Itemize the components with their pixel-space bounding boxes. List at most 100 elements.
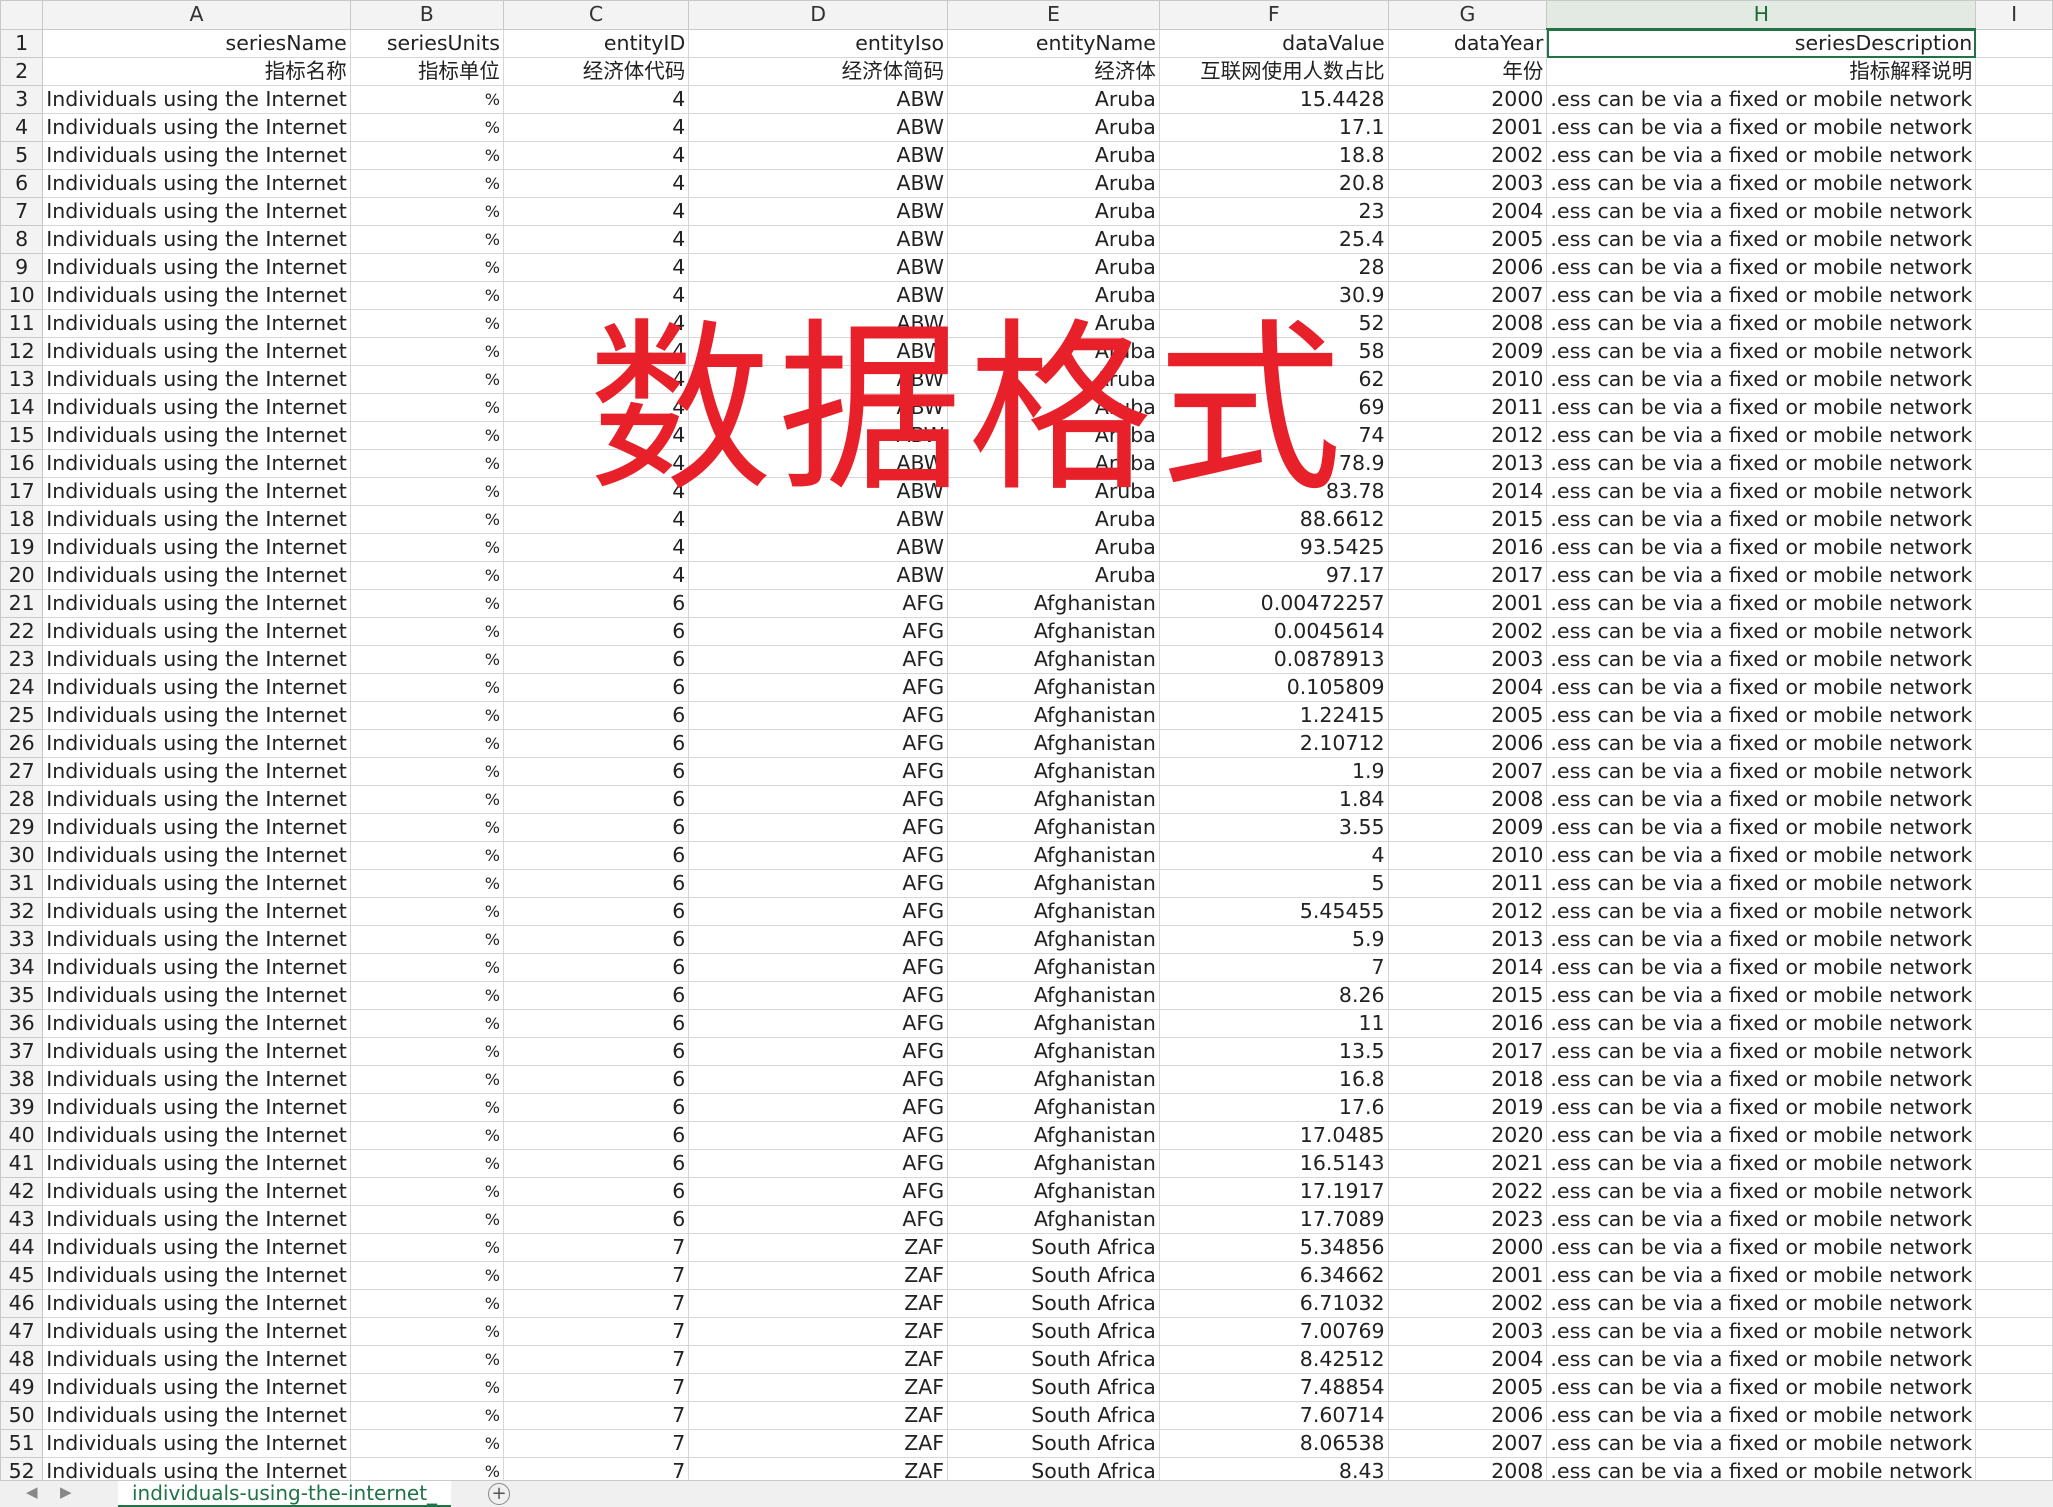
cell[interactable]: ess can be via a fixed or mobile network… [1546, 617, 1977, 646]
cell[interactable]: ess can be via a fixed or mobile network… [1546, 1345, 1977, 1374]
cell[interactable]: 4 [502, 449, 690, 478]
cell[interactable]: % [349, 169, 504, 198]
cell[interactable]: Aruba [947, 281, 1160, 310]
cell[interactable]: Individuals using the Internet [42, 1373, 351, 1402]
cell[interactable]: 93.5425 [1158, 533, 1389, 562]
cell[interactable]: 2010 [1387, 365, 1548, 394]
cell[interactable]: 1.9 [1158, 757, 1389, 786]
cell[interactable]: 97.17 [1158, 561, 1389, 590]
row-header[interactable]: 35 [0, 981, 44, 1010]
cell[interactable] [1975, 28, 2053, 58]
cell[interactable]: Individuals using the Internet [42, 841, 351, 870]
cell[interactable]: 4 [502, 85, 690, 114]
cell[interactable]: ABW [688, 561, 949, 590]
row-header[interactable]: 29 [0, 813, 44, 842]
cell[interactable]: ZAF [688, 1261, 949, 1290]
cell[interactable]: ess can be via a fixed or mobile network… [1546, 1205, 1977, 1234]
cell[interactable]: ess can be via a fixed or mobile network… [1546, 1317, 1977, 1346]
cell[interactable]: 4 [502, 113, 690, 142]
cell[interactable]: ess can be via a fixed or mobile network… [1546, 253, 1977, 282]
cell[interactable]: Individuals using the Internet [42, 617, 351, 646]
cell[interactable]: Individuals using the Internet [42, 253, 351, 282]
cell[interactable]: ABW [688, 477, 949, 506]
cell[interactable]: Individuals using the Internet [42, 897, 351, 926]
cell[interactable]: ess can be via a fixed or mobile network… [1546, 449, 1977, 478]
cell[interactable]: ABW [688, 281, 949, 310]
cell[interactable]: 4 [502, 281, 690, 310]
cell[interactable] [1975, 393, 2053, 422]
row-header[interactable]: 27 [0, 757, 44, 786]
column-header-f[interactable]: F [1158, 0, 1389, 30]
cell[interactable] [1975, 981, 2053, 1010]
cell[interactable] [1975, 1429, 2053, 1458]
cell[interactable]: % [349, 729, 504, 758]
cell[interactable]: 2008 [1387, 785, 1548, 814]
cell[interactable]: 25.4 [1158, 225, 1389, 254]
cell[interactable]: Individuals using the Internet [42, 561, 351, 590]
row-header[interactable]: 33 [0, 925, 44, 954]
row-header[interactable]: 1 [0, 28, 44, 58]
cell[interactable]: 经济体 [947, 57, 1160, 86]
cell[interactable]: 4 [1158, 841, 1389, 870]
cell[interactable]: 11 [1158, 1009, 1389, 1038]
cell[interactable]: ZAF [688, 1289, 949, 1318]
row-header[interactable]: 34 [0, 953, 44, 982]
cell[interactable]: % [349, 981, 504, 1010]
cell[interactable]: Individuals using the Internet [42, 1149, 351, 1178]
cell[interactable]: 6.34662 [1158, 1261, 1389, 1290]
cell[interactable]: 2021 [1387, 1149, 1548, 1178]
cell[interactable]: Afghanistan [947, 617, 1160, 646]
cell[interactable]: 6 [502, 1037, 690, 1066]
cell[interactable]: ABW [688, 85, 949, 114]
cell[interactable]: ess can be via a fixed or mobile network… [1546, 309, 1977, 338]
cell[interactable]: 5.34856 [1158, 1233, 1389, 1262]
cell[interactable]: % [349, 393, 504, 422]
cell[interactable]: % [349, 197, 504, 226]
cell[interactable]: AFG [688, 953, 949, 982]
cell[interactable] [1975, 113, 2053, 142]
cell[interactable]: ess can be via a fixed or mobile network… [1546, 813, 1977, 842]
cell[interactable]: 6 [502, 1093, 690, 1122]
cell[interactable] [1975, 561, 2053, 590]
cell[interactable]: 7 [502, 1401, 690, 1430]
cell[interactable]: 3.55 [1158, 813, 1389, 842]
cell[interactable]: AFG [688, 813, 949, 842]
cell[interactable]: % [349, 1317, 504, 1346]
cell[interactable]: Individuals using the Internet [42, 1261, 351, 1290]
cell[interactable] [1975, 533, 2053, 562]
cell[interactable]: Individuals using the Internet [42, 1037, 351, 1066]
cell[interactable] [1975, 1093, 2053, 1122]
cell[interactable] [1975, 1289, 2053, 1318]
cell[interactable]: % [349, 1373, 504, 1402]
cell[interactable]: Aruba [947, 113, 1160, 142]
cell[interactable] [1975, 1037, 2053, 1066]
cell[interactable]: Individuals using the Internet [42, 113, 351, 142]
cell[interactable]: Individuals using the Internet [42, 589, 351, 618]
cell[interactable]: 0.105809 [1158, 673, 1389, 702]
cell[interactable]: Individuals using the Internet [42, 701, 351, 730]
cell[interactable]: 2014 [1387, 477, 1548, 506]
cell[interactable]: 1.84 [1158, 785, 1389, 814]
cell[interactable]: 6 [502, 729, 690, 758]
cell[interactable]: 0.0045614 [1158, 617, 1389, 646]
cell[interactable]: Individuals using the Internet [42, 533, 351, 562]
cell[interactable]: ess can be via a fixed or mobile network… [1546, 365, 1977, 394]
cell[interactable] [1975, 337, 2053, 366]
cell[interactable]: % [349, 505, 504, 534]
cell[interactable]: 2018 [1387, 1065, 1548, 1094]
cell[interactable]: Afghanistan [947, 589, 1160, 618]
cell[interactable]: % [349, 785, 504, 814]
cell[interactable]: 2020 [1387, 1121, 1548, 1150]
cell[interactable] [1975, 757, 2053, 786]
row-header[interactable]: 5 [0, 141, 44, 170]
cell[interactable]: 2006 [1387, 1401, 1548, 1430]
row-header[interactable]: 10 [0, 281, 44, 310]
cell[interactable]: ess can be via a fixed or mobile network… [1546, 589, 1977, 618]
cell[interactable]: Afghanistan [947, 1205, 1160, 1234]
cell[interactable]: ess can be via a fixed or mobile network… [1546, 169, 1977, 198]
cell[interactable]: % [349, 1205, 504, 1234]
cell[interactable]: ABW [688, 309, 949, 338]
column-header-d[interactable]: D [688, 0, 949, 30]
cell[interactable]: South Africa [947, 1345, 1160, 1374]
cell[interactable]: Aruba [947, 169, 1160, 198]
